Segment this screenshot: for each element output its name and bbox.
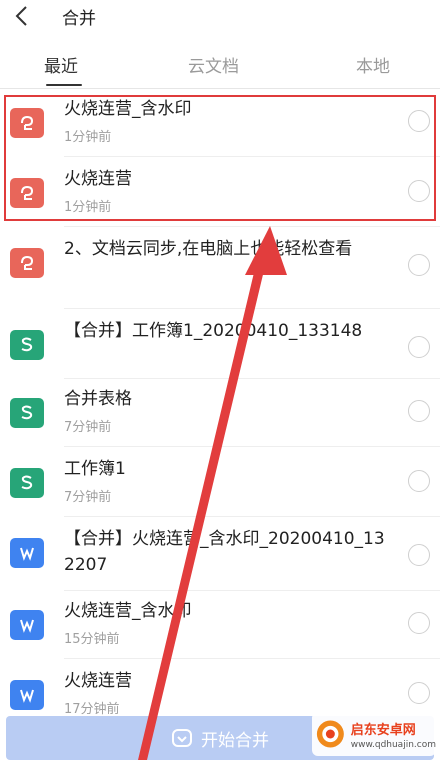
file-time: 17分钟前 xyxy=(64,702,120,717)
file-row[interactable]: 工作簿1 7分钟前 xyxy=(0,450,440,516)
tab-bar: 最近 云文档 本地 xyxy=(0,40,440,89)
file-name: 【合并】工作簿1_20200410_133148 xyxy=(64,321,363,341)
watermark: 启东安卓网 www.qdhuajin.com xyxy=(312,712,436,756)
file-row[interactable]: 合并表格 7分钟前 xyxy=(0,380,440,446)
watermark-name: 启东安卓网 xyxy=(350,722,416,738)
row-divider xyxy=(64,516,440,517)
select-checkbox[interactable] xyxy=(408,336,430,358)
select-checkbox[interactable] xyxy=(408,470,430,492)
file-type-doc-icon xyxy=(10,680,44,710)
tab-cloud-docs[interactable]: 云文档 xyxy=(188,52,239,77)
start-merge-label: 开始合并 xyxy=(201,730,269,751)
select-checkbox[interactable] xyxy=(408,400,430,422)
select-checkbox[interactable] xyxy=(408,254,430,276)
file-type-pdf-icon xyxy=(10,248,44,278)
row-divider xyxy=(64,590,440,591)
file-type-sheet-icon xyxy=(10,330,44,360)
row-divider xyxy=(64,226,440,227)
file-name: 合并表格 xyxy=(64,389,132,409)
file-type-sheet-icon xyxy=(10,468,44,498)
chevron-left-icon xyxy=(15,6,27,26)
file-row[interactable]: 【合并】工作簿1_20200410_133148 xyxy=(0,312,440,378)
tab-recent[interactable]: 最近 xyxy=(44,52,78,77)
select-checkbox[interactable] xyxy=(408,612,430,634)
file-name: 火烧连营_含水印 xyxy=(64,601,192,621)
file-name: 工作簿1 xyxy=(64,459,126,479)
file-name: 2、文档云同步,在电脑上也能轻松查看 xyxy=(64,239,353,259)
file-row[interactable]: 2、文档云同步,在电脑上也能轻松查看 xyxy=(0,230,440,308)
watermark-logo-icon xyxy=(316,720,344,748)
file-time: 7分钟前 xyxy=(64,490,112,505)
tab-local[interactable]: 本地 xyxy=(356,52,390,77)
file-time: 7分钟前 xyxy=(64,420,112,435)
watermark-url: www.qdhuajin.com xyxy=(350,739,436,750)
file-type-doc-icon xyxy=(10,610,44,640)
merge-icon xyxy=(172,729,192,747)
file-time: 15分钟前 xyxy=(64,632,120,647)
row-divider xyxy=(64,308,440,309)
file-name: 火烧连营 xyxy=(64,671,132,691)
file-name: 【合并】火烧连营_含水印_20200410_132207 xyxy=(64,529,385,575)
top-bar: 合并 xyxy=(0,0,440,34)
file-row[interactable]: 【合并】火烧连营_含水印_20200410_132207 xyxy=(0,520,440,590)
row-divider xyxy=(64,658,440,659)
file-row[interactable]: 火烧连营_含水印 15分钟前 xyxy=(0,592,440,658)
row-divider xyxy=(64,446,440,447)
select-checkbox[interactable] xyxy=(408,544,430,566)
active-tab-indicator xyxy=(46,84,82,86)
select-checkbox[interactable] xyxy=(408,682,430,704)
highlight-annotation-box xyxy=(4,95,436,221)
page-title: 合并 xyxy=(62,9,96,29)
file-type-doc-icon xyxy=(10,538,44,568)
back-button[interactable] xyxy=(8,2,36,30)
file-type-sheet-icon xyxy=(10,398,44,428)
row-divider xyxy=(64,378,440,379)
